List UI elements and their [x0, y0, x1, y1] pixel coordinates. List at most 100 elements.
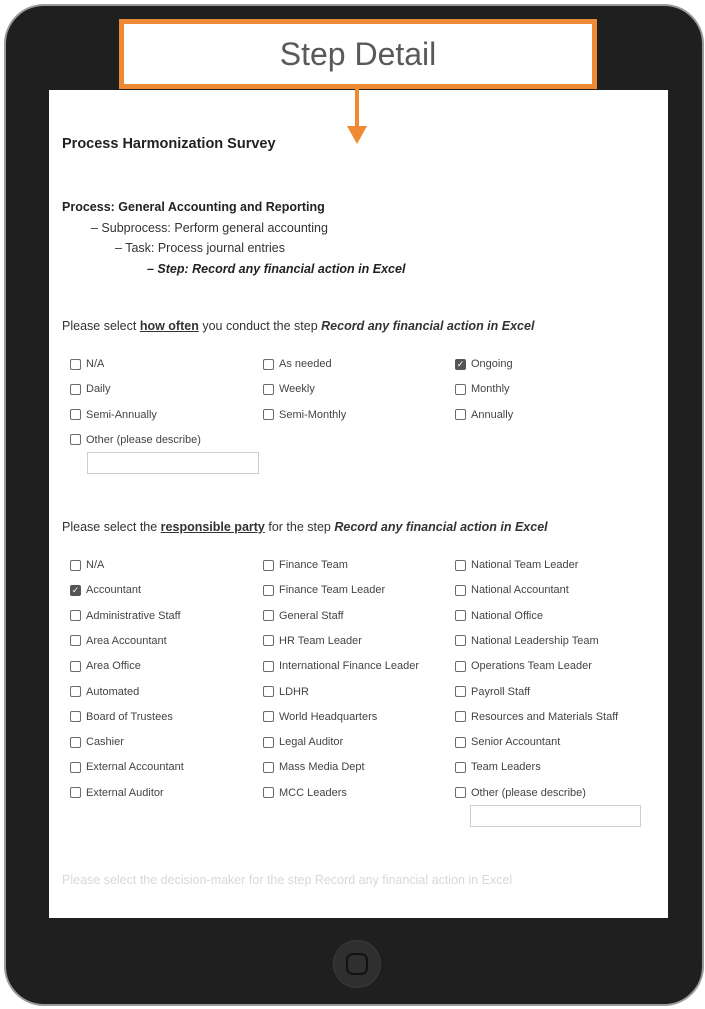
- checkbox-option[interactable]: National Office: [455, 610, 543, 622]
- checkbox-option[interactable]: International Finance Leader: [263, 660, 419, 672]
- checkbox-icon[interactable]: [263, 711, 274, 723]
- checkbox-option[interactable]: Area Accountant: [70, 635, 167, 647]
- checkbox-option[interactable]: Other (please describe): [70, 434, 201, 446]
- checkbox-option[interactable]: ✓ Ongoing: [455, 358, 513, 370]
- frequency-question-middle: you conduct the step: [198, 319, 322, 333]
- checkbox-icon[interactable]: [263, 610, 274, 622]
- checkbox-icon[interactable]: [70, 761, 81, 773]
- checkbox-option[interactable]: Other (please describe): [455, 787, 586, 799]
- home-button[interactable]: [333, 940, 381, 988]
- checkbox-icon[interactable]: [263, 686, 274, 697]
- checkbox-checked-icon[interactable]: ✓: [455, 358, 466, 370]
- checkbox-icon[interactable]: [455, 761, 466, 773]
- checkbox-option[interactable]: Annually: [455, 409, 513, 421]
- checkbox-label: Finance Team: [279, 559, 348, 571]
- checkbox-option[interactable]: Senior Accountant: [455, 736, 560, 748]
- checkbox-icon[interactable]: [70, 660, 81, 672]
- checkbox-label: Ongoing: [471, 358, 513, 370]
- checkbox-label: N/A: [86, 559, 105, 571]
- checkbox-option[interactable]: External Accountant: [70, 761, 184, 773]
- checkbox-label: Mass Media Dept: [279, 761, 365, 774]
- checkbox-option[interactable]: As needed: [263, 358, 332, 370]
- checkbox-icon[interactable]: [263, 761, 274, 773]
- checkbox-icon[interactable]: [455, 787, 466, 799]
- checkbox-option[interactable]: National Leadership Team: [455, 635, 599, 647]
- checkbox-option[interactable]: General Staff: [263, 610, 344, 622]
- checkbox-icon[interactable]: [263, 635, 274, 647]
- checkbox-icon[interactable]: [263, 409, 274, 421]
- checkbox-checked-icon[interactable]: ✓: [70, 584, 81, 596]
- survey-title: Process Harmonization Survey: [62, 136, 276, 152]
- checkbox-icon[interactable]: [70, 736, 81, 748]
- frequency-other-input[interactable]: [87, 452, 259, 474]
- checkbox-icon[interactable]: [70, 635, 81, 647]
- checkbox-option[interactable]: Payroll Staff: [455, 686, 530, 698]
- checkbox-icon[interactable]: [263, 660, 274, 672]
- frequency-question-emphasis: how often: [139, 319, 199, 333]
- checkbox-option[interactable]: Board of Trustees: [70, 711, 173, 723]
- checkbox-option[interactable]: Cashier: [70, 736, 124, 748]
- checkbox-icon[interactable]: [455, 686, 466, 697]
- step-label: – Step: Record any financial action in E…: [147, 262, 406, 276]
- callout-arrow-head: [347, 126, 367, 144]
- checkbox-option[interactable]: Semi-Annually: [70, 409, 157, 421]
- checkbox-icon[interactable]: [455, 383, 466, 395]
- checkbox-option[interactable]: HR Team Leader: [263, 635, 362, 647]
- checkbox-icon[interactable]: [263, 559, 274, 571]
- checkbox-option[interactable]: N/A: [70, 559, 104, 571]
- checkbox-option[interactable]: Operations Team Leader: [455, 660, 592, 672]
- checkbox-icon[interactable]: [263, 358, 274, 370]
- checkbox-icon[interactable]: [70, 686, 81, 697]
- checkbox-option[interactable]: Automated: [70, 686, 139, 698]
- checkbox-icon[interactable]: [455, 736, 466, 748]
- checkbox-icon[interactable]: [455, 660, 466, 672]
- checkbox-option[interactable]: MCC Leaders: [263, 787, 347, 799]
- checkbox-label: External Accountant: [86, 761, 184, 774]
- checkbox-option[interactable]: Mass Media Dept: [263, 761, 365, 773]
- checkbox-option[interactable]: National Team Leader: [455, 559, 578, 571]
- checkbox-icon[interactable]: [70, 559, 81, 571]
- task-label: – Task: Process journal entries: [115, 241, 285, 255]
- checkbox-icon[interactable]: [455, 559, 466, 571]
- checkbox-option[interactable]: Resources and Materials Staff: [455, 711, 618, 723]
- checkbox-option[interactable]: Finance Team Leader: [263, 584, 385, 596]
- checkbox-label: Board of Trustees: [86, 710, 173, 723]
- checkbox-icon[interactable]: [455, 711, 466, 723]
- checkbox-option[interactable]: World Headquarters: [263, 711, 377, 723]
- checkbox-option[interactable]: Administrative Staff: [70, 610, 181, 622]
- checkbox-icon[interactable]: [263, 584, 274, 596]
- checkbox-icon[interactable]: [263, 736, 274, 748]
- checkbox-label: National Office: [471, 609, 543, 622]
- checkbox-icon[interactable]: [70, 409, 81, 421]
- checkbox-icon[interactable]: [70, 383, 81, 395]
- checkbox-label: Semi-Monthly: [279, 408, 347, 421]
- checkbox-option[interactable]: Weekly: [263, 383, 315, 395]
- checkbox-label: Monthly: [471, 383, 510, 396]
- checkbox-icon[interactable]: [455, 610, 466, 622]
- checkbox-icon[interactable]: [70, 434, 81, 446]
- checkbox-icon[interactable]: [70, 358, 81, 370]
- checkbox-option[interactable]: Team Leaders: [455, 761, 541, 773]
- checkbox-option[interactable]: Daily: [70, 383, 110, 395]
- checkbox-icon[interactable]: [70, 610, 81, 622]
- checkbox-label: Area Accountant: [86, 634, 167, 647]
- checkbox-option[interactable]: Semi-Monthly: [263, 409, 346, 421]
- responsible-other-input[interactable]: [470, 805, 641, 827]
- checkbox-option[interactable]: Monthly: [455, 383, 510, 395]
- checkbox-icon[interactable]: [70, 711, 81, 723]
- checkbox-option[interactable]: National Accountant: [455, 584, 569, 596]
- checkbox-icon[interactable]: [70, 787, 81, 799]
- checkbox-icon[interactable]: [263, 787, 274, 799]
- checkbox-option[interactable]: Finance Team: [263, 559, 348, 571]
- checkbox-icon[interactable]: [263, 383, 274, 395]
- responsible-question: Please select the responsible party for …: [62, 520, 548, 534]
- checkbox-icon[interactable]: [455, 635, 466, 647]
- checkbox-icon[interactable]: [455, 584, 466, 596]
- checkbox-option[interactable]: Area Office: [70, 660, 141, 672]
- checkbox-option[interactable]: ✓ Accountant: [70, 584, 141, 596]
- checkbox-option[interactable]: External Auditor: [70, 787, 164, 799]
- checkbox-option[interactable]: LDHR: [263, 686, 309, 698]
- checkbox-icon[interactable]: [455, 409, 466, 421]
- checkbox-option[interactable]: Legal Auditor: [263, 736, 343, 748]
- checkbox-option[interactable]: N/A: [70, 358, 104, 370]
